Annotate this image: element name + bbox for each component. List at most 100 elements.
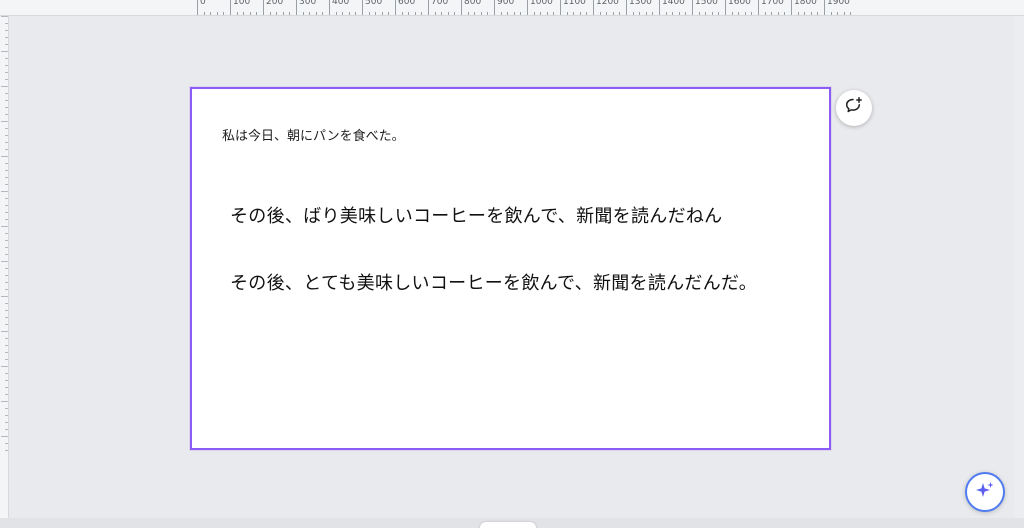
ruler-minor-tick [315, 12, 317, 15]
pages-panel-handle[interactable] [480, 522, 536, 528]
ruler-minor-tick [586, 12, 588, 15]
ruler-minor-tick [480, 12, 482, 15]
ruler-minor-tick [533, 12, 535, 15]
ruler-minor-tick [5, 415, 8, 416]
design-page[interactable]: 私は今日、朝にパンを食べた。 その後、ばり美味しいコーヒーを飲んで、新聞を読んだ… [190, 87, 831, 450]
ruler-minor-tick [335, 12, 337, 15]
ruler-minor-tick [5, 93, 8, 94]
ruler-minor-tick [5, 352, 8, 353]
ruler-minor-tick [744, 12, 746, 15]
ruler-minor-tick [665, 12, 667, 15]
text-box-line-1[interactable]: その後、ばり美味しいコーヒーを飲んで、新聞を読んだねん [230, 202, 722, 228]
ruler-minor-tick [678, 12, 680, 15]
ruler-minor-tick [817, 12, 819, 15]
ruler-major-tick [461, 0, 462, 15]
vertical-scrollbar[interactable] [1014, 16, 1024, 518]
ruler-minor-tick [5, 142, 8, 143]
ruler-minor-tick [5, 149, 8, 150]
ruler-minor-tick [467, 12, 469, 15]
ruler-minor-tick [5, 450, 8, 451]
ruler-minor-tick [368, 12, 370, 15]
ruler-major-tick [593, 0, 594, 15]
ruler-minor-tick [672, 12, 674, 15]
ruler-minor-tick [302, 12, 304, 15]
ruler-minor-tick [5, 394, 8, 395]
ruler-label: 800 [464, 0, 482, 7]
text-box-line-2[interactable]: その後、とても美味しいコーヒーを飲んで、新聞を読んだんだ。 [230, 269, 757, 295]
ruler-minor-tick [434, 12, 436, 15]
ruler-label: 200 [266, 0, 284, 7]
ruler-major-tick [725, 0, 726, 15]
ruler-minor-tick [513, 12, 515, 15]
ruler-label: 1000 [530, 0, 553, 7]
ruler-major-tick [230, 0, 231, 15]
ruler-minor-tick [5, 408, 8, 409]
ruler-minor-tick [1, 366, 8, 367]
ruler-major-tick [824, 0, 825, 15]
ruler-minor-tick [5, 317, 8, 318]
ruler-minor-tick [1, 401, 8, 402]
editor-workspace: 0 100 200 300 400 500 600 700 800 900 1000 1100 1200… [0, 0, 1024, 528]
ruler-major-tick [395, 0, 396, 15]
ruler-minor-tick [5, 177, 8, 178]
ruler-minor-tick [777, 12, 779, 15]
ruler-minor-tick [322, 12, 324, 15]
ruler-minor-tick [414, 12, 416, 15]
add-comment-button[interactable] [836, 90, 872, 126]
ruler-minor-tick [243, 12, 245, 15]
ruler-minor-tick [210, 12, 212, 15]
magic-assistant-button[interactable] [965, 472, 1005, 512]
ruler-minor-tick [441, 12, 443, 15]
ruler-major-tick [428, 0, 429, 15]
ruler-minor-tick [5, 282, 8, 283]
ruler-minor-tick [500, 12, 502, 15]
sparkle-icon [975, 480, 995, 504]
ruler-minor-tick [850, 12, 852, 15]
ruler-minor-tick [5, 275, 8, 276]
ruler-minor-tick [705, 12, 707, 15]
ruler-minor-tick [5, 107, 8, 108]
ruler-minor-tick [5, 310, 8, 311]
ruler-major-tick [494, 0, 495, 15]
ruler-minor-tick [573, 12, 575, 15]
ruler-minor-tick [599, 12, 601, 15]
ruler-minor-tick [5, 240, 8, 241]
ruler-minor-tick [5, 30, 8, 31]
ruler-minor-tick [5, 443, 8, 444]
ruler-label: 700 [431, 0, 449, 7]
ruler-minor-tick [1, 51, 8, 52]
ruler-minor-tick [645, 12, 647, 15]
ruler-minor-tick [5, 303, 8, 304]
ruler-minor-tick [764, 12, 766, 15]
ruler-minor-tick [579, 12, 581, 15]
ruler-minor-tick [1, 86, 8, 87]
ruler-minor-tick [5, 380, 8, 381]
ruler-minor-tick [1, 156, 8, 157]
ruler-minor-tick [553, 12, 555, 15]
ruler-minor-tick [698, 12, 700, 15]
ruler-minor-tick [454, 12, 456, 15]
ruler-minor-tick [342, 12, 344, 15]
ruler-major-tick [626, 0, 627, 15]
ruler-minor-tick [837, 12, 839, 15]
ruler-minor-tick [830, 12, 832, 15]
ruler-minor-tick [711, 12, 713, 15]
ruler-minor-tick [256, 12, 258, 15]
ruler-minor-tick [5, 422, 8, 423]
ruler-minor-tick [5, 359, 8, 360]
ruler-minor-tick [348, 12, 350, 15]
ruler-minor-tick [619, 12, 621, 15]
ruler-minor-tick [223, 12, 225, 15]
ruler-minor-tick [5, 114, 8, 115]
ruler-minor-tick [5, 79, 8, 80]
ruler-minor-tick [751, 12, 753, 15]
text-box-small[interactable]: 私は今日、朝にパンを食べた。 [222, 125, 405, 144]
ruler-minor-tick [249, 12, 251, 15]
ruler-minor-tick [540, 12, 542, 15]
ruler-label: 100 [233, 0, 251, 7]
ruler-minor-tick [5, 373, 8, 374]
ruler-minor-tick [5, 163, 8, 164]
ruler-major-tick [296, 0, 297, 15]
ruler-minor-tick [1, 261, 8, 262]
ruler-minor-tick [5, 37, 8, 38]
